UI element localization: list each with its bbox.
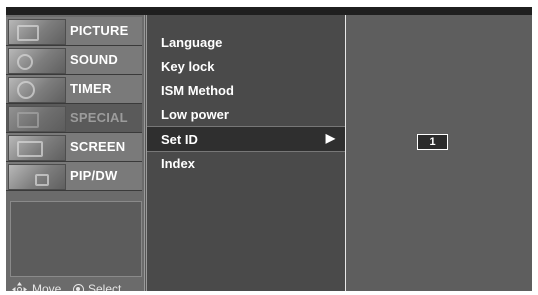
menu-item-label: Language: [161, 35, 223, 50]
sidebar-item-label: SPECIAL: [70, 110, 128, 125]
special-icon: [8, 106, 66, 132]
sidebar-item-sound[interactable]: SOUND: [6, 46, 142, 75]
sidebar-item-special[interactable]: SPECIAL: [6, 104, 142, 133]
sidebar-item-label: SOUND: [70, 52, 118, 67]
timer-icon: [8, 77, 66, 103]
menu-item-ism-method[interactable]: ISM Method: [147, 78, 345, 102]
screen-icon: [8, 135, 66, 161]
menu-item-set-id[interactable]: Set ID ▶: [147, 126, 345, 152]
menu-item-label: ISM Method: [161, 83, 234, 98]
sound-icon: [8, 48, 66, 74]
menu-item-low-power[interactable]: Low power: [147, 102, 345, 126]
menu-item-language[interactable]: Language: [147, 30, 345, 54]
sidebar-item-label: SCREEN: [70, 139, 126, 154]
category-sidebar: PICTURE SOUND TIMER SPECIAL SCREEN PIP/D…: [6, 15, 145, 291]
picture-icon: [8, 19, 66, 45]
set-id-value-box[interactable]: 1: [417, 134, 448, 150]
move-hint-label: Move: [32, 282, 62, 291]
sidebar-preview-area: [10, 201, 142, 277]
select-hint-label: Select: [88, 282, 122, 291]
menu-item-label: Set ID: [161, 132, 198, 147]
menu-item-label: Index: [161, 156, 195, 171]
sidebar-item-timer[interactable]: TIMER: [6, 75, 142, 104]
sidebar-item-label: TIMER: [70, 81, 112, 96]
menu-item-index[interactable]: Index: [147, 151, 345, 175]
sidebar-item-label: PICTURE: [70, 23, 129, 38]
submenu-arrow-icon: ▶: [325, 131, 335, 145]
special-menu: Language Key lock ISM Method Low power S…: [146, 15, 346, 291]
navigation-hint: Move Select: [10, 281, 144, 291]
set-id-panel: 1: [346, 15, 532, 291]
menu-item-label: Low power: [161, 107, 229, 122]
dpad-icon: [12, 282, 27, 291]
sidebar-item-pip-dw[interactable]: PIP/DW: [6, 162, 142, 191]
pip-icon: [8, 164, 66, 190]
sidebar-item-picture[interactable]: PICTURE: [6, 17, 142, 46]
tv-osd-screen: PICTURE SOUND TIMER SPECIAL SCREEN PIP/D…: [6, 7, 532, 291]
ok-button-icon: [73, 284, 84, 291]
sidebar-item-screen[interactable]: SCREEN: [6, 133, 142, 162]
menu-item-label: Key lock: [161, 59, 215, 74]
sidebar-item-label: PIP/DW: [70, 168, 118, 183]
top-bar: [6, 7, 532, 15]
menu-item-key-lock[interactable]: Key lock: [147, 54, 345, 78]
